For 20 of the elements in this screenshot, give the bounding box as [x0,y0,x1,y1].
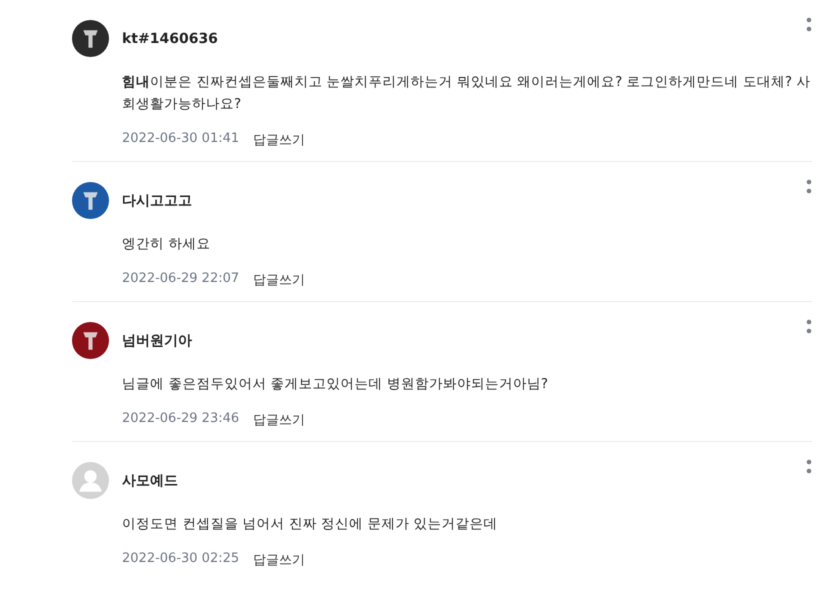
reply-link[interactable]: 답글쓰기 [253,551,306,569]
comment-date: 2022-06-30 02:25 [122,551,240,568]
comment-author: kt#1460636 [122,30,218,46]
reply-link[interactable]: 답글쓰기 [253,271,306,289]
comment-date: 2022-06-29 22:07 [122,271,240,288]
comment-date: 2022-06-29 23:46 [122,411,240,428]
more-options-icon[interactable] [806,17,812,33]
comment-date: 2022-06-30 01:41 [122,131,240,148]
comment-text: 힘내이분은 진짜컨셉은둘째치고 눈쌀치푸리게하는거 뭐있네요 왜이러는게에요? 로그인하게만드네 도대체? 사회생활가능하나요? [122,73,812,114]
reply-link[interactable]: 답글쓰기 [253,131,306,149]
more-options-icon[interactable] [806,319,812,335]
more-options-icon[interactable] [806,179,812,195]
comment-text: 님글에 좋은점두있어서 좋게보고있어는데 병원함가봐야되는거아님? [122,375,550,394]
comment-author: 다시고고고 [122,192,192,210]
reply-link[interactable]: 답글쓰기 [253,411,306,429]
comment-text: 이정도면 컨셉질을 넘어서 진짜 정신에 문제가 있는거같은데 [122,515,499,534]
more-options-icon[interactable] [806,459,812,475]
comment-text: 엥간히 하세요 [122,235,212,254]
comment-author: 넘버원기아 [122,332,192,350]
comment-author: 사모예드 [122,472,178,490]
